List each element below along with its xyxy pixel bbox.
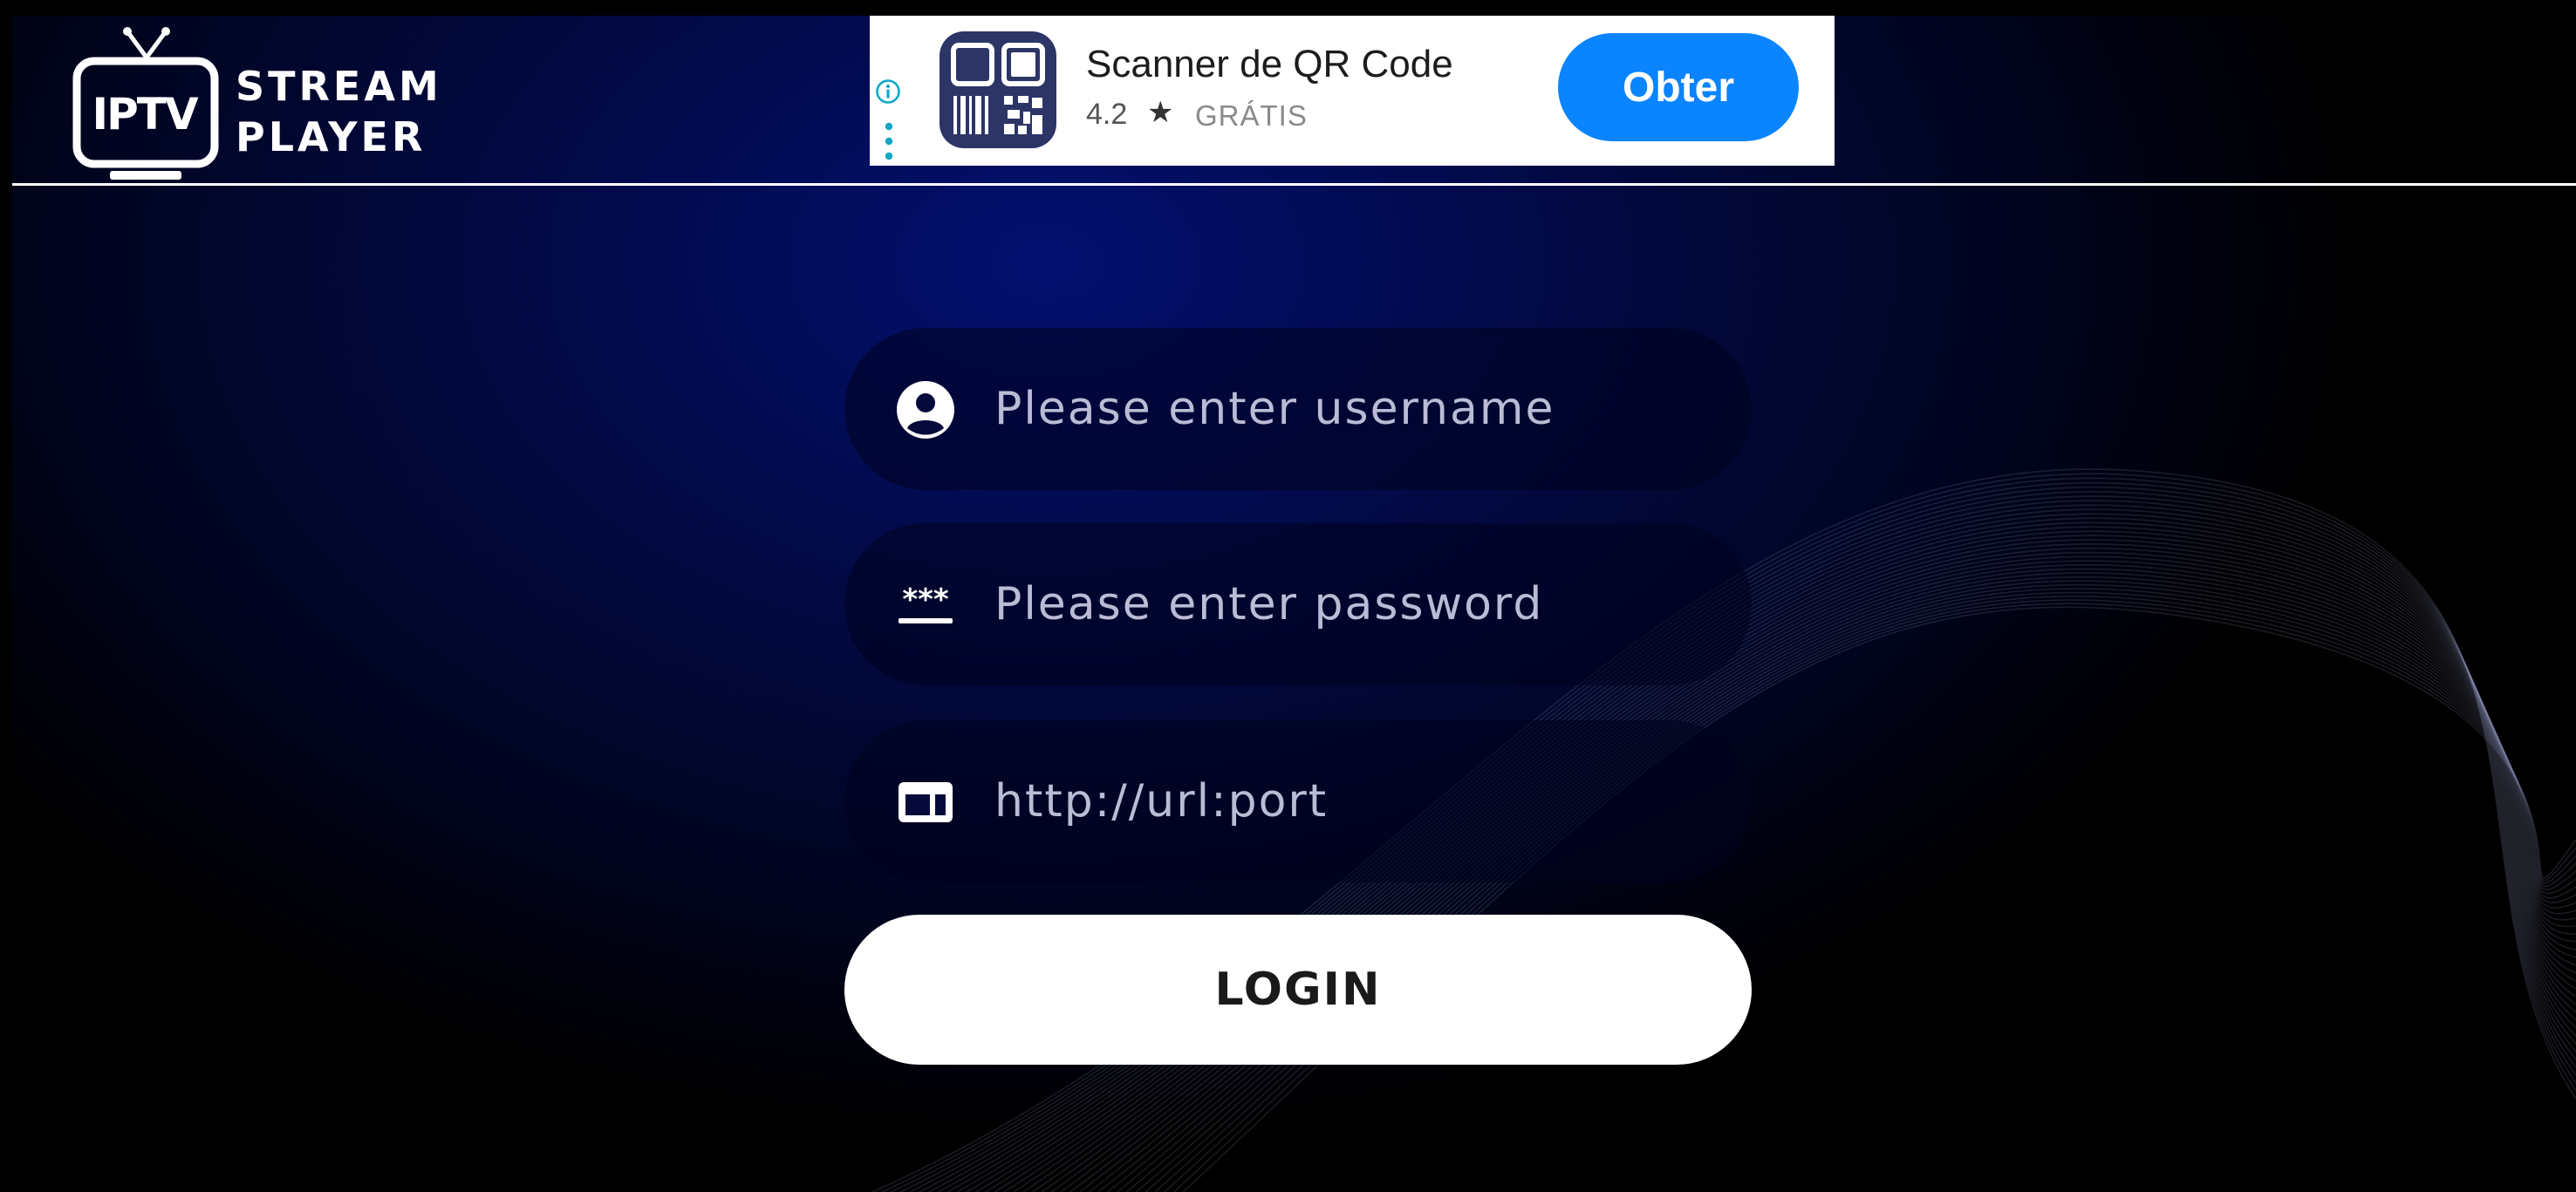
user-icon — [897, 381, 954, 439]
qr-code-app-icon[interactable] — [940, 31, 1056, 148]
ad-banner[interactable]: Scanner de QR Code 4.2 ★ GRÁTIS Obter — [870, 16, 1835, 166]
screen-bezel-top — [0, 0, 2576, 16]
header-divider — [12, 183, 2576, 186]
username-field[interactable] — [844, 328, 1752, 490]
ad-app-name[interactable]: Scanner de QR Code — [1086, 45, 1453, 84]
star-icon: ★ — [1147, 96, 1174, 129]
login-screen: IPTV STREAM PLAYER Scanner de QR Code 4.… — [0, 0, 2576, 1192]
ad-rating: 4.2 — [1086, 98, 1128, 131]
url-input[interactable] — [994, 764, 1710, 839]
screen-bezel-left — [0, 0, 12, 1192]
password-input[interactable] — [994, 567, 1710, 642]
ad-price: GRÁTIS — [1195, 99, 1308, 132]
logo-badge-text: IPTV — [92, 89, 198, 140]
logo-word-player: PLAYER — [236, 113, 427, 160]
password-icon: *** — [899, 582, 953, 623]
wave-line — [1182, 606, 2576, 1192]
wave-line — [1173, 603, 2576, 1192]
svg-text:***: *** — [902, 582, 949, 617]
app-logo: IPTV STREAM PLAYER — [70, 24, 480, 181]
kebab-menu-icon[interactable] — [885, 122, 893, 160]
login-button[interactable]: LOGIN — [844, 915, 1752, 1065]
password-field[interactable]: *** — [844, 523, 1752, 685]
get-app-button[interactable]: Obter — [1558, 33, 1799, 141]
wave-line — [1154, 595, 2576, 1192]
logo-word-stream: STREAM — [236, 63, 442, 110]
wave-line — [1164, 599, 2576, 1192]
username-input[interactable] — [994, 371, 1710, 446]
url-field[interactable] — [844, 720, 1752, 882]
info-icon[interactable] — [875, 78, 901, 105]
server-url-icon — [899, 782, 953, 822]
